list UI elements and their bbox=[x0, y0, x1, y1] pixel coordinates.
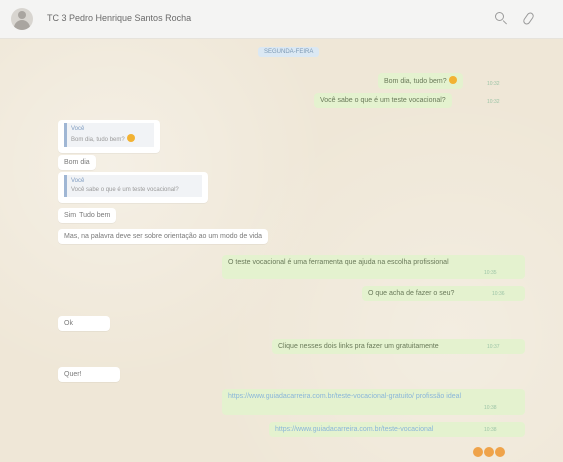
message-time: 10:35 bbox=[484, 270, 497, 276]
emoji-icon bbox=[484, 447, 494, 457]
message-time: 10:32 bbox=[487, 99, 500, 105]
message-outgoing[interactable]: Clique nesses dois links pra fazer um gr… bbox=[272, 339, 525, 354]
quoted-message[interactable]: Você Bom dia, tudo bem? bbox=[64, 123, 154, 147]
attach-icon-clip bbox=[521, 11, 536, 26]
message-text: O teste vocacional é uma ferramenta que … bbox=[228, 259, 449, 266]
message-incoming[interactable]: Quer! bbox=[58, 367, 120, 382]
message-text: Mas, na palavra deve ser sobre orientaçã… bbox=[64, 233, 263, 240]
message-incoming[interactable]: Ok bbox=[58, 316, 110, 331]
smile-emoji-icon bbox=[448, 76, 457, 84]
message-outgoing[interactable]: O teste vocacional é uma ferramenta que … bbox=[222, 255, 525, 279]
message-incoming[interactable]: Você Você sabe o que é um teste vocacion… bbox=[58, 172, 208, 203]
quoted-author: Você bbox=[71, 178, 85, 184]
avatar-body-shape bbox=[14, 20, 30, 30]
message-outgoing[interactable]: O que acha de fazer o seu? 10:36 bbox=[362, 286, 525, 301]
message-text: Sim bbox=[64, 212, 77, 219]
message-incoming[interactable]: Bom dia bbox=[58, 155, 96, 170]
link-text[interactable]: https://www.guiadacarreira.com.br/teste-… bbox=[228, 393, 461, 400]
message-incoming[interactable]: Sim Tudo bem bbox=[58, 208, 117, 223]
smile-emoji-icon bbox=[126, 134, 135, 142]
emoji-icon bbox=[473, 447, 483, 457]
message-time: 10:32 bbox=[487, 81, 500, 87]
search-icon-handle bbox=[502, 20, 507, 25]
quoted-text: Bom dia, tudo bem? bbox=[71, 134, 150, 145]
message-text: Ok bbox=[64, 320, 73, 327]
message-text: Tudo bem bbox=[79, 212, 111, 219]
message-time: 10:36 bbox=[492, 291, 505, 297]
message-incoming[interactable]: Você Bom dia, tudo bem? bbox=[58, 120, 160, 153]
chat-title[interactable]: TC 3 Pedro Henrique Santos Rocha bbox=[47, 13, 191, 23]
app-window: TC 3 Pedro Henrique Santos Rocha SEGUNDA… bbox=[0, 0, 563, 462]
attach-icon[interactable] bbox=[520, 10, 536, 26]
message-incoming[interactable]: Mas, na palavra deve ser sobre orientaçã… bbox=[58, 229, 269, 244]
message-text: Quer! bbox=[64, 371, 82, 378]
quoted-author: Você bbox=[71, 126, 85, 132]
message-time: 10:38 bbox=[484, 405, 497, 411]
message-text: Você sabe o que é um teste vocacional? bbox=[320, 97, 446, 104]
emoji-icon bbox=[495, 447, 505, 457]
date-divider: SEGUNDA-FEIRA bbox=[258, 47, 320, 57]
message-text: Clique nesses dois links pra fazer um gr… bbox=[278, 343, 439, 350]
search-icon[interactable] bbox=[492, 10, 508, 26]
message-text: Bom dia bbox=[64, 159, 90, 166]
message-outgoing[interactable]: https://www.guiadacarreira.com.br/teste-… bbox=[222, 389, 525, 415]
message-time: 10:38 bbox=[484, 427, 497, 433]
quoted-text: Você sabe o que é um teste vocacional? bbox=[71, 187, 179, 193]
chat-area[interactable]: SEGUNDA-FEIRA Bom dia, tudo bem? 10:32 V… bbox=[0, 39, 563, 462]
message-outgoing[interactable]: Bom dia, tudo bem? bbox=[378, 73, 463, 89]
message-outgoing[interactable]: Você sabe o que é um teste vocacional? bbox=[314, 93, 452, 108]
quoted-message[interactable]: Você Você sabe o que é um teste vocacion… bbox=[64, 175, 202, 197]
message-time: 10:37 bbox=[487, 344, 500, 350]
message-text: Bom dia, tudo bem? bbox=[384, 78, 447, 85]
message-text: O que acha de fazer o seu? bbox=[368, 290, 455, 297]
chat-header[interactable]: TC 3 Pedro Henrique Santos Rocha bbox=[0, 0, 563, 39]
avatar-head-shape bbox=[18, 11, 26, 19]
message-outgoing[interactable]: https://www.guiadacarreira.com.br/teste-… bbox=[269, 422, 525, 437]
emoji-message[interactable] bbox=[472, 447, 505, 459]
avatar[interactable] bbox=[11, 8, 33, 30]
link-text[interactable]: https://www.guiadacarreira.com.br/teste-… bbox=[275, 426, 433, 433]
